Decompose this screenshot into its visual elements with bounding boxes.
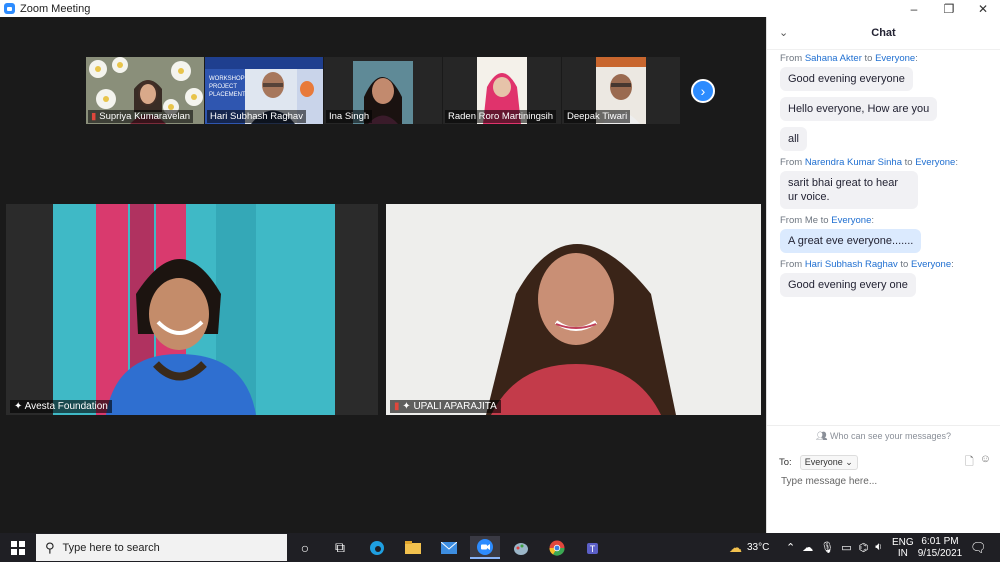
battery-icon[interactable]: ▭: [841, 541, 851, 554]
participant-thumbnail[interactable]: Ina Singh: [324, 57, 442, 124]
start-button[interactable]: [0, 533, 35, 562]
participant-thumbnail[interactable]: Raden Roro Martiningsih: [443, 57, 561, 124]
restore-button[interactable]: ❐: [932, 0, 966, 17]
who-can-see-link[interactable]: 👥︎ Who can see your messages?: [767, 425, 1000, 444]
participant-name-label: Ina Singh: [326, 110, 373, 123]
chevron-right-icon: ›: [700, 83, 706, 99]
participant-name-label: ▮ Supriya Kumaravelan: [88, 110, 194, 123]
system-tray: ⌃ ☁ 🎙︎ ▭ ⌬ 🔉︎: [786, 533, 882, 562]
paint-icon[interactable]: [508, 536, 534, 559]
message-input[interactable]: [779, 475, 993, 488]
to-label: To:: [779, 456, 792, 468]
participant-thumbnail[interactable]: ▮ Supriya Kumaravelan: [86, 57, 204, 124]
edge-icon[interactable]: [364, 536, 390, 559]
message-bubble[interactable]: Hello everyone, How are you: [780, 97, 938, 121]
participant-name-label: Raden Roro Martiningsih: [445, 110, 557, 123]
zoom-taskbar-icon[interactable]: [470, 536, 500, 559]
chat-title: Chat: [871, 27, 896, 39]
banner-text: WORKSHOP PROJECT PLACEMENT: [209, 76, 246, 98]
participant-thumbnail[interactable]: WORKSHOP PROJECT PLACEMENT Hari Subhash …: [205, 57, 323, 124]
message-sender: From Me to Everyone:: [780, 215, 875, 226]
participant-thumbnail[interactable]: Deepak Tiwari: [562, 57, 680, 124]
cortana-icon[interactable]: ○: [292, 536, 318, 559]
participant-name-label: Hari Subhash Raghav: [207, 110, 306, 123]
message-sender: From Narendra Kumar Sinha to Everyone:: [780, 157, 958, 168]
file-icon[interactable]: 🗋: [965, 453, 974, 472]
weather-icon: ☁: [729, 539, 742, 555]
mail-icon[interactable]: [436, 536, 462, 559]
muted-mic-icon: ▮: [91, 111, 97, 122]
zoom-app-icon: [4, 3, 15, 14]
language-indicator[interactable]: ENG IN: [892, 533, 914, 562]
microphone-icon[interactable]: 🎙︎: [820, 541, 834, 554]
taskbar: ⚲ Type here to search ○ ⧉ T ☁ 33°C ⌃ ☁ 🎙…: [0, 533, 1000, 562]
windows-icon: [10, 540, 25, 555]
emoji-icon[interactable]: ☺: [980, 453, 991, 472]
participant-video: [53, 204, 335, 415]
message-bubble[interactable]: sarit bhai great to hear ur voice.: [780, 171, 918, 209]
chat-header: ⌄ Chat: [767, 17, 1000, 50]
participant-name-label: Deepak Tiwari: [564, 110, 631, 123]
file-explorer-icon[interactable]: [400, 536, 426, 559]
volume-icon[interactable]: 🔉︎: [875, 541, 882, 554]
title-bar: Zoom Meeting – ❐ ✕: [0, 0, 1000, 17]
message-sender: From Sahana Akter to Everyone:: [780, 53, 918, 64]
message-bubble[interactable]: A great eve everyone.......: [780, 229, 922, 253]
message-bubble[interactable]: all: [780, 127, 808, 151]
message-sender: From Hari Subhash Raghav to Everyone:: [780, 259, 954, 270]
message-bubble[interactable]: Good evening every one: [780, 273, 916, 297]
participant-name-label: ▮ ✦ UPALI APARAJITA: [390, 400, 501, 413]
close-button[interactable]: ✕: [966, 0, 1000, 17]
weather-widget[interactable]: ☁ 33°C: [729, 533, 769, 562]
window-title: Zoom Meeting: [20, 2, 91, 15]
taskbar-search-box[interactable]: ⚲ Type here to search: [36, 534, 287, 561]
chrome-icon[interactable]: [544, 536, 570, 559]
meeting-area: ▮ Supriya Kumaravelan WORKSHOP PROJECT PL…: [0, 17, 766, 533]
participant-name-label: ✦ Avesta Foundation: [10, 400, 112, 413]
next-page-button[interactable]: ›: [691, 79, 715, 103]
pin-icon: ✦: [402, 401, 414, 412]
message-bubble[interactable]: Good evening everyone: [780, 67, 913, 91]
recipient-row: To: Everyone ⌄ 🗋 ☺: [779, 453, 991, 472]
task-view-icon[interactable]: ⧉: [327, 536, 353, 559]
main-video-tile[interactable]: ▮ ✦ UPALI APARAJITA: [386, 204, 761, 415]
network-icon[interactable]: ⌬: [859, 541, 869, 554]
main-video-tile[interactable]: ✦ Avesta Foundation: [6, 204, 378, 415]
cloud-icon[interactable]: ☁: [802, 541, 813, 554]
chat-messages: From Sahana Akter to Everyone: Good even…: [780, 53, 995, 303]
search-icon: ⚲: [45, 539, 55, 555]
teams-icon[interactable]: T: [580, 536, 606, 559]
clock[interactable]: 6:01 PM 9/15/2021: [918, 533, 963, 562]
chevron-down-icon: ⌄: [845, 456, 853, 467]
minimize-button[interactable]: –: [897, 0, 931, 17]
pin-icon: ✦: [14, 401, 25, 412]
people-icon: 👥︎: [816, 431, 830, 441]
notifications-icon[interactable]: 🗨︎: [970, 533, 987, 562]
participant-video: [386, 204, 761, 415]
recipient-dropdown[interactable]: Everyone ⌄: [799, 454, 858, 470]
chevron-up-icon[interactable]: ⌃: [786, 541, 795, 554]
participant-strip: ▮ Supriya Kumaravelan WORKSHOP PROJECT PL…: [86, 57, 680, 124]
chat-panel: ⌄ Chat From Sahana Akter to Everyone: Go…: [766, 17, 1000, 533]
svg-text:T: T: [590, 544, 596, 554]
